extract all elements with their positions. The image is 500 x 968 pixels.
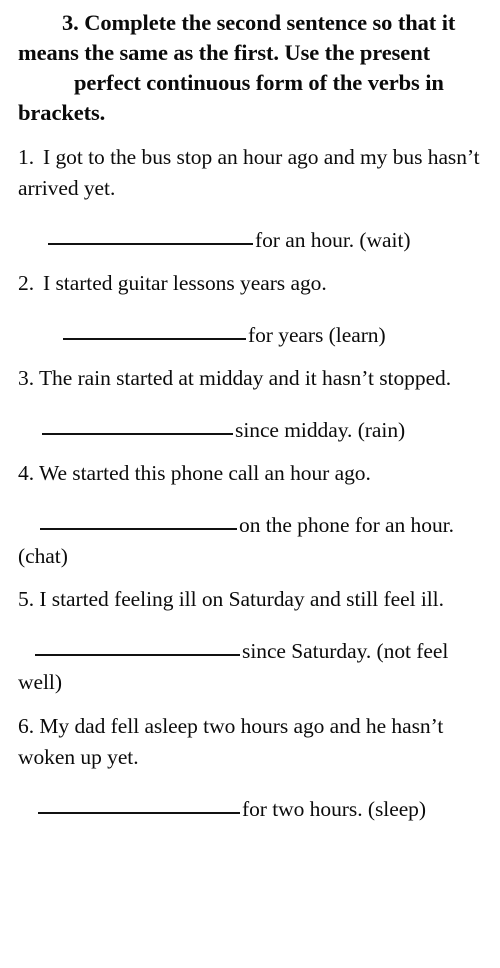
answer-line-1: for an hour. (wait) [18, 223, 482, 256]
exercise-item-5: 5. I started feeling ill on Saturday and… [18, 584, 482, 698]
exercise-number-3: 3. [18, 366, 35, 390]
heading-text-remainder: perfect continuous form of the verbs in … [18, 70, 444, 125]
exercise-prompt-text-4: We started this phone call an hour ago. [38, 461, 371, 485]
answer-tail-1: for an hour. (wait) [255, 228, 411, 252]
exercise-prompt-6: 6. My dad fell asleep two hours ago and … [18, 711, 482, 773]
answer-line-5: since Saturday. (not feel well) [18, 634, 482, 698]
exercise-number-5: 5. [18, 587, 35, 611]
exercise-item-3: 3. The rain started at midday and it has… [18, 363, 482, 446]
exercise-number-2: 2. [18, 271, 35, 295]
exercise-number-4: 4. [18, 461, 35, 485]
answer-blank-5[interactable] [35, 634, 240, 656]
exercise-prompt-text-3: The rain started at midday and it hasn’t… [38, 366, 452, 390]
answer-blank-2[interactable] [63, 318, 246, 340]
exercise-item-2: 2. I started guitar lessons years ago. fo… [18, 268, 482, 351]
exercise-heading: 3. Complete the second sentence so that … [18, 8, 482, 128]
exercise-item-6: 6. My dad fell asleep two hours ago and … [18, 711, 482, 825]
answer-line-2: for years (learn) [18, 318, 482, 351]
exercise-item-1: 1. I got to the bus stop an hour ago and … [18, 142, 482, 256]
exercise-prompt-2: 2. I started guitar lessons years ago. [18, 268, 482, 299]
answer-tail-2: for years (learn) [248, 323, 386, 347]
exercise-prompt-text-2: I started guitar lessons years ago. [43, 271, 327, 295]
exercise-prompt-5: 5. I started feeling ill on Saturday and… [18, 584, 482, 615]
answer-line-6: for two hours. (sleep) [18, 792, 482, 825]
exercise-number-1: 1. [18, 145, 35, 169]
answer-line-3: since midday. (rain) [18, 413, 482, 446]
worksheet-page: 3. Complete the second sentence so that … [0, 0, 500, 968]
answer-line-4: on the phone for an hour. (chat) [18, 508, 482, 572]
answer-blank-4[interactable] [40, 508, 237, 530]
exercise-prompt-text-5: I started feeling ill on Saturday and st… [39, 587, 444, 611]
exercise-prompt-1: 1. I got to the bus stop an hour ago and … [18, 142, 482, 204]
answer-tail-6: for two hours. (sleep) [242, 797, 426, 821]
exercise-prompt-3: 3. The rain started at midday and it has… [18, 363, 482, 394]
answer-tail-3: since midday. (rain) [235, 418, 406, 442]
exercise-item-4: 4. We started this phone call an hour ag… [18, 458, 482, 572]
exercise-number-6: 6. [18, 714, 35, 738]
answer-blank-1[interactable] [48, 223, 253, 245]
exercise-prompt-4: 4. We started this phone call an hour ag… [18, 458, 482, 489]
heading-text-present: present [359, 40, 431, 65]
answer-blank-6[interactable] [38, 792, 240, 814]
exercise-prompt-text-6: My dad fell asleep two hours ago and he … [18, 714, 444, 769]
exercise-prompt-text-1: I got to the bus stop an hour ago and my… [18, 145, 480, 200]
answer-blank-3[interactable] [42, 413, 233, 435]
